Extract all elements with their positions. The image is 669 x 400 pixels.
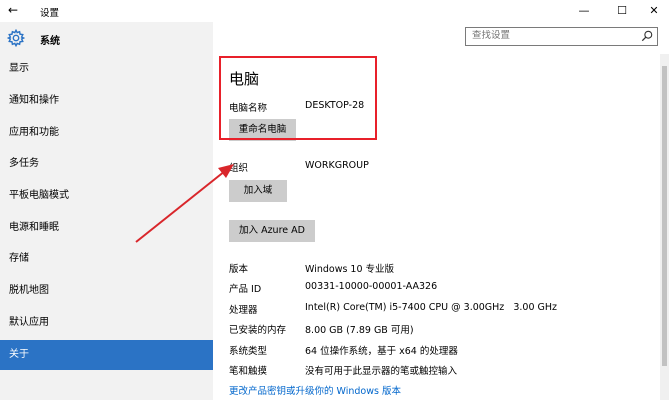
close-button[interactable]: ✕ — [637, 0, 669, 22]
sidebar-item-display[interactable]: 显示 — [0, 54, 213, 84]
join-azure-ad-button[interactable]: 加入 Azure AD — [229, 220, 315, 242]
org-value: WORKGROUP — [305, 160, 369, 171]
search-icon[interactable] — [641, 30, 653, 42]
spec-value: Intel(R) Core(TM) i5-7400 CPU @ 3.00GHz … — [305, 302, 558, 313]
sidebar-item-offline-maps[interactable]: 脱机地图 — [0, 276, 213, 306]
spec-label: 已安装的内存 — [229, 325, 287, 336]
sidebar-item-notifications[interactable]: 通知和操作 — [0, 86, 213, 116]
window-title: 设置 — [40, 8, 60, 19]
annotation-highlight-box — [219, 56, 377, 140]
section-header — [0, 22, 213, 54]
title-bar: ← 设置 — ☐ ✕ — [0, 0, 669, 22]
back-arrow-icon[interactable]: ← — [8, 3, 18, 17]
spec-value: Windows 10 专业版 — [305, 264, 395, 275]
scrollbar-thumb[interactable] — [662, 66, 667, 366]
spec-value: 64 位操作系统，基于 x64 的处理器 — [305, 346, 458, 357]
spec-label: 系统类型 — [229, 346, 268, 357]
sidebar-item-about[interactable]: 关于 — [0, 340, 213, 370]
spec-label: 笔和触摸 — [229, 366, 268, 377]
sidebar-item-apps[interactable]: 应用和功能 — [0, 118, 213, 148]
spec-value: 00331-10000-00001-AA326 — [305, 281, 438, 292]
maximize-button[interactable]: ☐ — [605, 0, 639, 22]
sidebar-item-default-apps[interactable]: 默认应用 — [0, 308, 213, 338]
gear-icon — [7, 29, 25, 47]
spec-label: 版本 — [229, 264, 249, 275]
annotation-arrow — [135, 164, 234, 243]
section-title: 系统 — [40, 36, 60, 47]
spec-value: 没有可用于此显示器的笔或触控输入 — [305, 366, 458, 377]
upgrade-windows-link[interactable]: 更改产品密钥或升级你的 Windows 版本 — [229, 383, 401, 397]
search-input[interactable] — [472, 30, 632, 41]
spec-label: 处理器 — [229, 305, 258, 316]
minimize-button[interactable]: — — [567, 0, 601, 22]
spec-label: 产品 ID — [229, 284, 262, 295]
search-box[interactable] — [465, 27, 658, 46]
spec-value: 8.00 GB (7.89 GB 可用) — [305, 325, 414, 336]
